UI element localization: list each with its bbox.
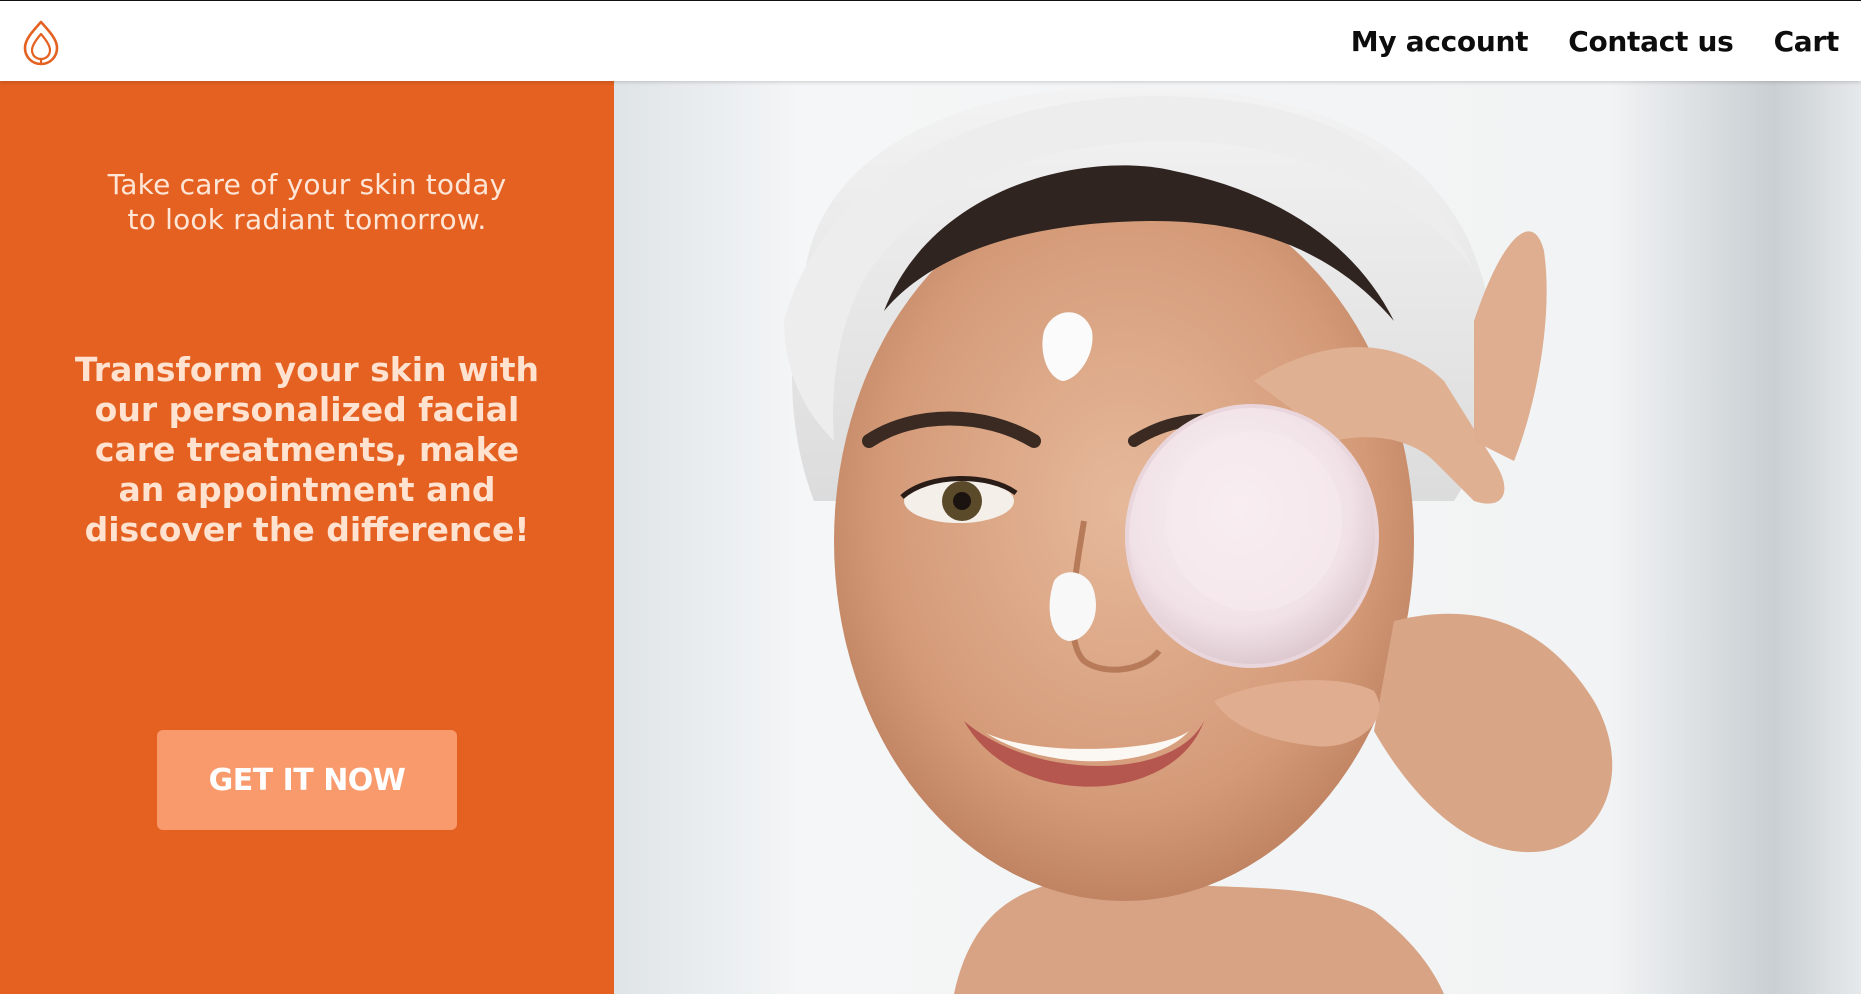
logo-link[interactable]: [20, 19, 62, 67]
main-nav: My account Contact us Cart: [1351, 1, 1840, 81]
leaf-drop-logo-icon: [23, 20, 59, 66]
hero-headline: Transform your skin with our personalize…: [74, 350, 540, 550]
hero-image: [614, 81, 1861, 994]
hero-tagline: Take care of your skin today to look rad…: [107, 168, 507, 236]
get-it-now-button[interactable]: GET IT NOW: [157, 730, 457, 830]
nav-cart[interactable]: Cart: [1774, 25, 1840, 58]
nav-contact-us[interactable]: Contact us: [1568, 25, 1734, 58]
woman-holding-cream-jar-icon: [614, 81, 1861, 994]
promo-panel: Take care of your skin today to look rad…: [0, 81, 614, 994]
nav-my-account[interactable]: My account: [1351, 25, 1529, 58]
site-header: My account Contact us Cart: [0, 1, 1861, 81]
